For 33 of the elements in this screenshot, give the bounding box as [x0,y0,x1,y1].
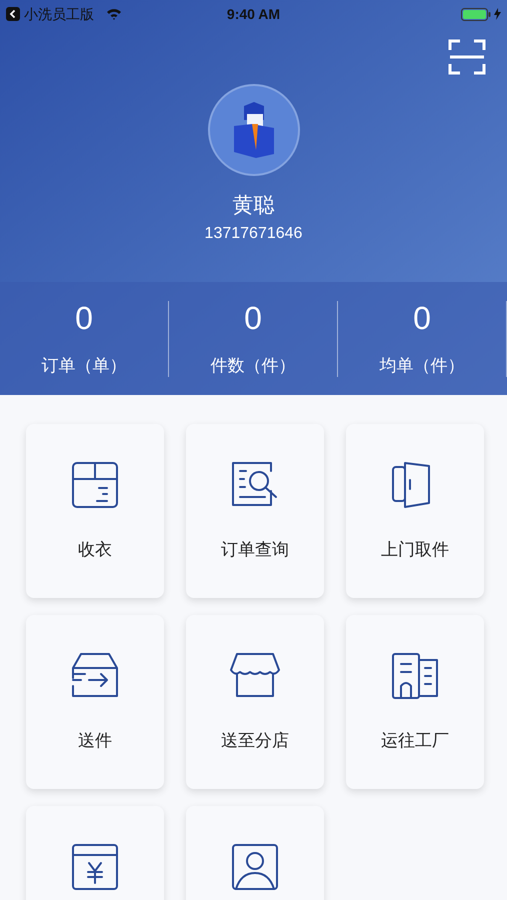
stat-value: 0 [75,300,93,334]
charging-icon [494,8,501,20]
menu-tile[interactable]: 收衣 [26,424,164,598]
contact-card-icon [231,843,279,891]
menu-label: 送至分店 [221,730,289,752]
stat-value: 0 [413,300,431,334]
menu-label: 订单查询 [221,539,289,561]
wifi-icon [106,8,122,20]
scan-icon[interactable] [448,39,486,75]
menu-label: 运往工厂 [381,730,449,752]
menu-label: 上门取件 [381,539,449,561]
building-icon [391,652,439,700]
phone-number: 13717671646 [204,224,302,244]
back-icon[interactable] [6,7,20,21]
yen-card-icon [71,843,119,891]
menu-tile[interactable]: 运往工厂 [346,615,484,789]
menu-label: 收衣 [78,539,112,561]
stat-value: 0 [244,300,262,334]
document-search-icon [231,461,279,509]
menu-tile[interactable]: 订单查询 [186,424,324,598]
clock-time: 9:40 AM [226,4,280,24]
box-icon [71,461,119,509]
delivery-box-icon [71,652,119,700]
stat-label: 订单（单） [42,354,126,376]
battery-icon [461,8,491,20]
menu-label: 送件 [78,730,112,752]
user-name: 黄聪 [232,193,274,219]
menu-tile[interactable]: 送至分店 [186,615,324,789]
menu-tile[interactable]: 上门取件 [346,424,484,598]
menu-tile[interactable]: 送件 [26,615,164,789]
stat-label: 件数（件） [210,354,296,376]
shop-icon [227,652,283,700]
stat-label: 均单（件） [380,354,464,376]
